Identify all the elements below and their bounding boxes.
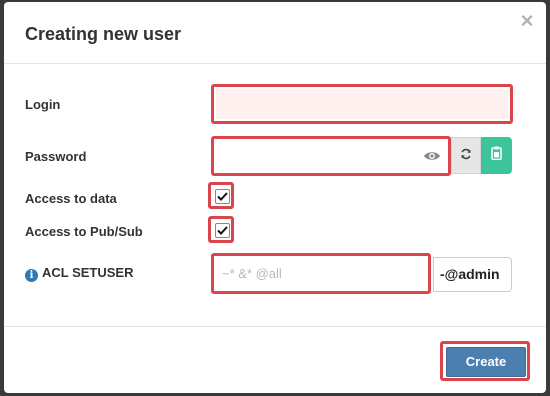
create-user-dialog: Creating new user × Login Password Acces… <box>4 2 546 393</box>
access-data-label: Access to data <box>25 191 117 206</box>
access-data-highlight <box>208 182 234 209</box>
acl-field-highlight <box>211 253 431 294</box>
access-data-checkbox[interactable] <box>215 189 230 204</box>
acl-input[interactable] <box>216 258 426 289</box>
access-pubsub-label: Access to Pub/Sub <box>25 224 143 239</box>
refresh-icon <box>460 147 472 165</box>
password-label: Password <box>25 149 87 164</box>
copy-password-button[interactable] <box>481 137 512 174</box>
password-input[interactable] <box>216 141 446 171</box>
acl-setuser-label-text: ACL SETUSER <box>42 265 134 280</box>
create-button[interactable]: Create <box>446 347 526 377</box>
access-pubsub-highlight <box>208 216 234 243</box>
acl-addon: -@admin <box>433 257 512 292</box>
clipboard-icon <box>491 146 502 165</box>
refresh-password-button[interactable] <box>451 137 481 174</box>
login-input[interactable] <box>216 89 508 119</box>
login-field-highlight <box>211 84 513 124</box>
close-icon[interactable]: × <box>518 10 536 32</box>
eye-icon[interactable] <box>423 148 441 169</box>
password-field-highlight <box>211 136 451 176</box>
checkmark-icon <box>217 188 228 206</box>
dialog-title: Creating new user <box>25 24 182 44</box>
login-label: Login <box>25 97 61 112</box>
checkmark-icon <box>217 222 228 240</box>
dialog-header: Creating new user × <box>4 2 546 64</box>
access-pubsub-checkbox[interactable] <box>215 223 230 238</box>
dialog-footer: Create <box>4 326 546 393</box>
acl-setuser-label: i ACL SETUSER <box>25 265 134 282</box>
info-icon[interactable]: i <box>25 269 38 282</box>
create-button-highlight: Create <box>440 341 530 381</box>
